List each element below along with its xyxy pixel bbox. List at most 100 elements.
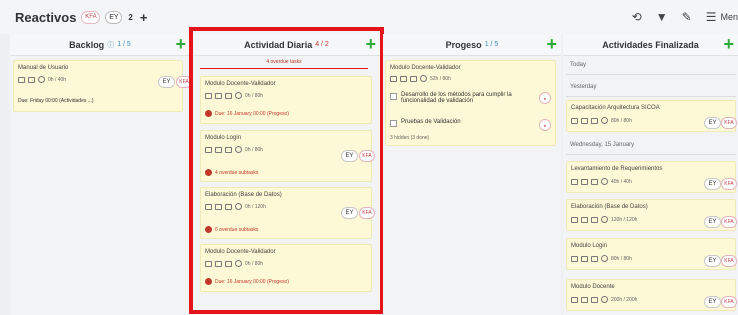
repeat-icon (581, 255, 588, 262)
hidden-count[interactable]: 3 hidden (3 done) (390, 135, 429, 141)
clock-icon (601, 117, 608, 124)
card-hours: 120h / 120h (611, 216, 638, 223)
card-title: Modulo Docente-Validador (390, 65, 461, 71)
history-icon[interactable]: ⟲ (632, 10, 642, 24)
assignee-kfa[interactable]: KFA (721, 117, 737, 129)
card-finished-1[interactable]: Capacitación Arquitectura SICOA 80h / 80… (566, 100, 737, 132)
checklist-icon (591, 255, 598, 262)
card-hours: 80h / 80h (611, 117, 632, 124)
divider (566, 74, 736, 75)
card-title: Levantamiento de Requerimientos (571, 166, 663, 172)
card-progress[interactable]: Modulo Docente-Validador 52h / 80h Desar… (385, 60, 556, 146)
card-hours: 80h / 80h (611, 255, 632, 262)
assignee-kfa[interactable]: KFA (721, 255, 737, 267)
checklist-icon (591, 178, 598, 185)
description-icon (18, 76, 25, 83)
section-yesterday: Yesterday (570, 84, 597, 90)
card-icons: 40h / 40h (571, 178, 632, 185)
section-today: Today (570, 62, 587, 68)
column-header: Backlog ⓘ 1 / 5 + (10, 34, 190, 56)
column-title: Backlog (69, 39, 105, 50)
column-title: Actividades Finalizada (602, 39, 699, 50)
description-icon (571, 255, 578, 262)
column-header: Actividades Finalizada + (563, 34, 738, 56)
clock-icon (38, 76, 45, 83)
assignee-kfa-icon[interactable]: ● (539, 92, 551, 104)
card-icons: 80h / 80h (571, 117, 632, 124)
clock-icon (601, 255, 608, 262)
card-finished-4[interactable]: Modulo Login 80h / 80h EY KFA (566, 238, 737, 270)
kfa-chip[interactable]: KFA (81, 10, 101, 24)
column-count: 1 / 5 (117, 41, 131, 48)
assignee-ey[interactable]: EY (158, 76, 175, 88)
checklist-icon (591, 296, 598, 303)
assignee-kfa[interactable]: KFA (721, 216, 737, 228)
section-wednesday: Wednesday, 15 January (570, 142, 635, 148)
checklist-icon (591, 216, 598, 223)
column-count: 1 / 5 (484, 41, 499, 48)
checklist-icon (591, 117, 598, 124)
filter-icon[interactable]: ▼ (656, 10, 668, 24)
repeat-icon (28, 76, 35, 83)
add-card-button[interactable]: + (546, 34, 557, 54)
assignee-kfa-icon[interactable]: ● (539, 119, 551, 131)
divider (566, 154, 736, 155)
column-title: Progeso (445, 39, 482, 50)
add-card-button[interactable]: + (175, 34, 186, 54)
card-title: Modulo Login (571, 243, 608, 249)
description-icon (571, 117, 578, 124)
assignee-ey[interactable]: EY (704, 178, 721, 190)
assignee-ey[interactable]: EY (704, 255, 721, 267)
repeat-icon (581, 117, 588, 124)
assignee-kfa[interactable]: KFA (721, 178, 737, 190)
card-hours: 52h / 80h (430, 75, 451, 82)
repeat-icon (581, 178, 588, 185)
assignee-kfa[interactable]: KFA (721, 296, 737, 308)
card-icons: 0h / 40h (18, 76, 66, 83)
highlight-frame (189, 27, 384, 314)
ey-chip[interactable]: EY (105, 10, 123, 24)
menu-label[interactable]: Men (720, 12, 738, 22)
clock-icon (420, 75, 427, 82)
checkbox[interactable] (390, 93, 397, 100)
card-manual-usuario[interactable]: Manual de Usuario 0h / 40h EY KFA Due: F… (13, 60, 192, 112)
card-icons: 52h / 80h (390, 75, 451, 82)
checklist-item-text: Pruebas de Validación (401, 119, 461, 125)
clock-icon (601, 296, 608, 303)
card-icons: 80h / 80h (571, 255, 632, 262)
checklist-item-text: Desarrollo de los métodos para cumplir l… (401, 92, 512, 104)
card-finished-3[interactable]: Elaboración (Base de Datos) 120h / 120h … (566, 199, 737, 231)
description-icon (571, 296, 578, 303)
card-finished-2[interactable]: Levantamiento de Requerimientos 40h / 40… (566, 161, 737, 193)
card-hours: 0h / 40h (48, 76, 67, 83)
checklist-item[interactable]: Pruebas de Validación (390, 119, 530, 127)
member-count: 2 (128, 12, 133, 22)
add-member-button[interactable]: + (140, 10, 148, 25)
pencil-icon[interactable]: ✎ (682, 10, 692, 24)
card-finished-5[interactable]: Modulo Docente 200h / 200h EY KFA (566, 279, 737, 311)
card-title: Capacitación Arquitectura SICOA (571, 105, 660, 111)
card-due: Due: Friday 00:00 (Actividades ...) (18, 98, 94, 104)
repeat-icon (581, 216, 588, 223)
description-icon (571, 216, 578, 223)
description-icon (571, 178, 578, 185)
card-title: Manual de Usuario (18, 65, 69, 71)
assignee-ey[interactable]: EY (704, 117, 721, 129)
repeat-icon (581, 296, 588, 303)
checklist-item[interactable]: Desarrollo de los métodos para cumplir l… (390, 92, 530, 104)
clock-icon (601, 216, 608, 223)
checkbox[interactable] (390, 120, 397, 127)
assignee-ey[interactable]: EY (704, 296, 721, 308)
card-icons: 200h / 200h (571, 296, 637, 303)
repeat-icon (400, 75, 407, 82)
hamburger-icon[interactable]: ☰ (706, 10, 717, 24)
toolbar-right: ⟲ ▼ ✎ ☰ Men (618, 0, 738, 34)
info-icon: ⓘ (107, 41, 115, 49)
card-icons: 120h / 120h (571, 216, 637, 223)
clock-icon (601, 178, 608, 185)
checklist-icon (410, 75, 417, 82)
add-card-button[interactable]: + (723, 34, 734, 54)
description-icon (390, 75, 397, 82)
card-title: Elaboración (Base de Datos) (571, 204, 648, 210)
assignee-ey[interactable]: EY (704, 216, 721, 228)
